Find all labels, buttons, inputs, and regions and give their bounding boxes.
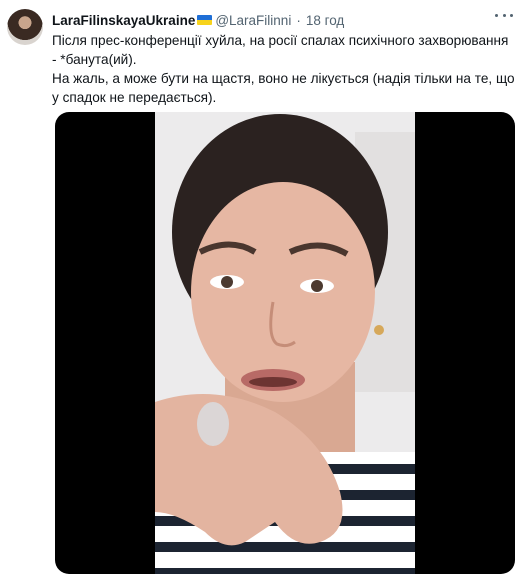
- video-frame-image: [155, 112, 415, 574]
- separator-dot: ·: [296, 12, 301, 28]
- tweet-time[interactable]: 18 год: [306, 13, 344, 28]
- tweet-card: LaraFilinskayaUkraine @LaraFilinni · 18 …: [0, 0, 525, 579]
- video-frame: [155, 112, 415, 574]
- tweet-line-1: Після прес-конференції хуйла, на росії с…: [52, 33, 509, 48]
- tweet-line-3: На жаль, а може бути на щастя, воно не л…: [52, 71, 515, 86]
- more-options-icon[interactable]: [495, 12, 513, 18]
- tweet-text: Після прес-конференції хуйла, на росії с…: [52, 31, 518, 107]
- avatar[interactable]: [7, 9, 43, 45]
- tweet-video[interactable]: [55, 112, 515, 574]
- author-handle[interactable]: @LaraFilinni: [215, 13, 291, 28]
- author-name[interactable]: LaraFilinskayaUkraine: [52, 13, 195, 28]
- tweet-line-4: у спадок не передається).: [52, 90, 217, 105]
- tweet-line-2: - *банута(ий).: [52, 52, 137, 67]
- ukraine-flag-icon: [197, 15, 213, 25]
- tweet-header: LaraFilinskayaUkraine @LaraFilinni · 18 …: [52, 11, 344, 29]
